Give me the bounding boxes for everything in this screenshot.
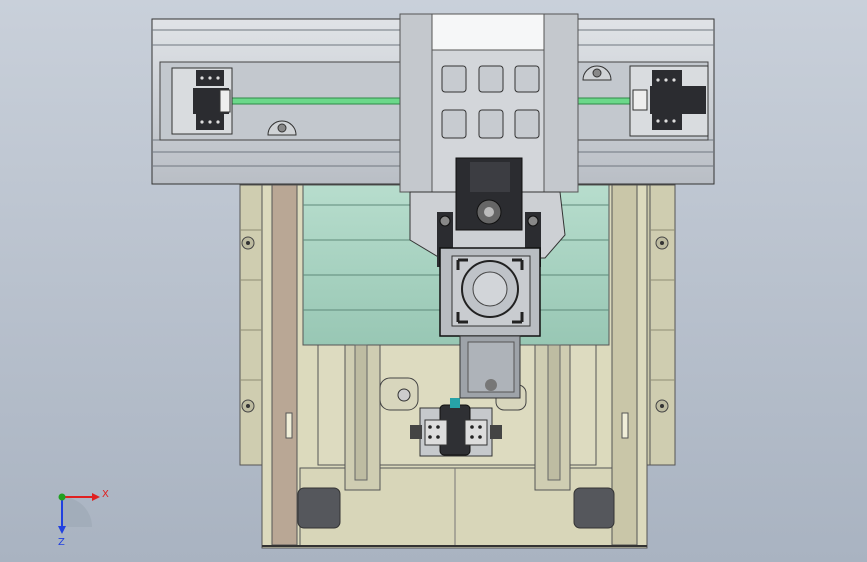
cnc-model-drawing: X Z <box>58 13 715 549</box>
cad-viewport[interactable]: X Z <box>0 0 867 562</box>
triad-z-label: Z <box>58 537 65 548</box>
triad-x-label: X <box>102 489 109 500</box>
coordinate-triad-icon: X Z <box>58 489 109 548</box>
carriage-icon <box>399 13 579 267</box>
